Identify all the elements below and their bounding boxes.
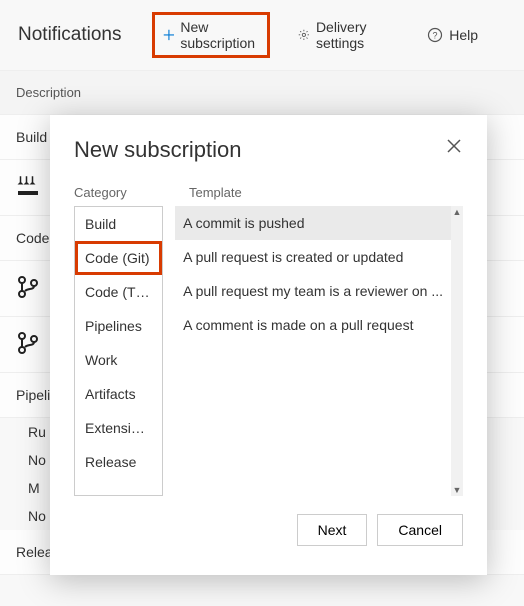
new-subscription-button[interactable]: New subscription [152, 12, 271, 58]
category-item[interactable]: Work [75, 343, 162, 377]
branch-icon [16, 275, 40, 302]
template-item[interactable]: A commit is pushed [175, 206, 451, 240]
close-icon [447, 140, 461, 157]
toolbar: Notifications New subscription Delivery … [0, 0, 524, 71]
new-subscription-dialog: New subscription Category Template Build… [50, 115, 487, 575]
category-item[interactable]: Pipelines [75, 309, 162, 343]
category-list[interactable]: Build Code (Git) Code (TFVC) Pipelines W… [74, 206, 163, 496]
template-item[interactable]: A comment is made on a pull request [175, 308, 451, 342]
svg-text:?: ? [433, 31, 438, 41]
build-icon [16, 174, 40, 201]
template-list[interactable]: A commit is pushed A pull request is cre… [175, 206, 451, 496]
next-button[interactable]: Next [297, 514, 368, 546]
category-item[interactable]: Extension ... [75, 411, 162, 445]
category-item[interactable]: Artifacts [75, 377, 162, 411]
category-item[interactable]: Release [75, 445, 162, 479]
category-item[interactable]: Code (Git) [75, 241, 162, 275]
template-item[interactable]: A pull request my team is a reviewer on … [175, 274, 451, 308]
branch-icon [16, 331, 40, 358]
delivery-settings-button[interactable]: Delivery settings [290, 15, 399, 55]
category-item[interactable]: Code (TFVC) [75, 275, 162, 309]
close-button[interactable] [445, 137, 463, 160]
template-label: Template [189, 185, 463, 200]
scroll-down-icon[interactable]: ▼ [451, 484, 463, 496]
template-item[interactable]: A pull request is created or updated [175, 240, 451, 274]
template-scrollbar[interactable]: ▲ ▼ [451, 206, 463, 496]
page-title: Notifications [18, 24, 122, 46]
help-label: Help [449, 27, 478, 43]
help-button[interactable]: ? Help [419, 23, 486, 47]
category-item[interactable]: Build [75, 207, 162, 241]
new-subscription-label: New subscription [180, 19, 259, 51]
dialog-title: New subscription [74, 137, 242, 163]
description-header: Description [0, 71, 524, 115]
delivery-settings-label: Delivery settings [316, 19, 391, 51]
plus-icon [163, 27, 175, 43]
gear-icon [298, 27, 310, 43]
category-label: Category [74, 185, 189, 200]
help-icon: ? [427, 27, 443, 43]
scroll-up-icon[interactable]: ▲ [451, 206, 463, 218]
cancel-button[interactable]: Cancel [377, 514, 463, 546]
